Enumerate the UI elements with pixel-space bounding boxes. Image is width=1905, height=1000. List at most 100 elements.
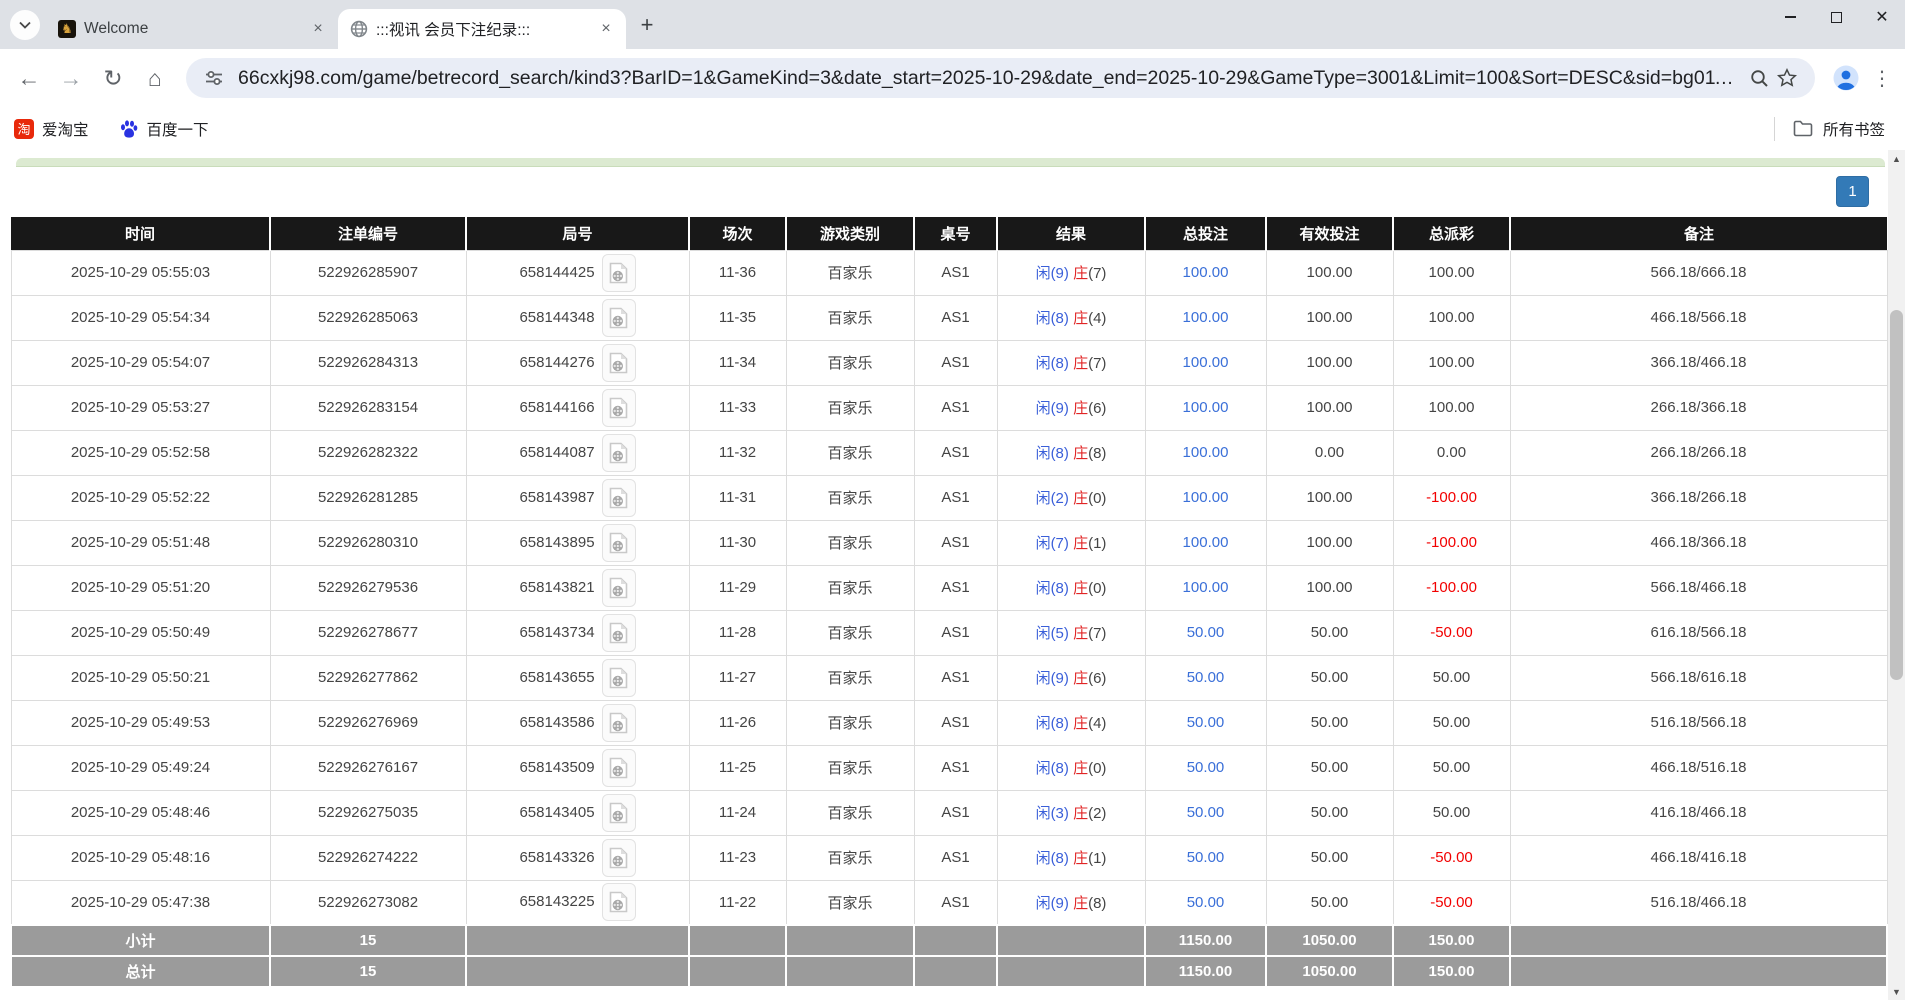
column-header: 游戏类别 (786, 217, 914, 250)
table-header: 时间注单编号局号场次游戏类别桌号结果总投注有效投注总派彩备注 (11, 217, 1887, 250)
cell-round_id: 658144087 (466, 430, 689, 475)
vertical-scrollbar[interactable]: ▲ ▼ (1888, 150, 1905, 1000)
pagination-page-1-button[interactable]: 1 (1836, 176, 1869, 207)
tab-search-button[interactable] (10, 10, 40, 40)
forward-button[interactable]: → (50, 57, 92, 99)
table-row: 2025-10-29 05:52:22522926281285658143987… (11, 475, 1887, 520)
cell-round_id: 658143225 (466, 880, 689, 925)
video-replay-button[interactable] (602, 659, 636, 697)
tab-welcome[interactable]: ♞ Welcome × (46, 9, 338, 49)
scroll-up-arrow[interactable]: ▲ (1888, 150, 1905, 167)
browser-menu-button[interactable]: ⋮ (1867, 66, 1897, 91)
zoom-page-icon[interactable] (1745, 64, 1773, 92)
video-replay-icon (609, 622, 628, 644)
video-replay-icon (609, 262, 628, 284)
table-row: 2025-10-29 05:51:48522926280310658143895… (11, 520, 1887, 565)
video-replay-button[interactable] (602, 704, 636, 742)
cell-valid_bet: 50.00 (1266, 835, 1393, 880)
result-banker-score: (0) (1088, 490, 1106, 507)
result-player: 闲(8) (1036, 760, 1069, 777)
total-bet-link[interactable]: 50.00 (1187, 714, 1225, 731)
video-replay-button[interactable] (602, 614, 636, 652)
all-bookmarks[interactable]: 所有书签 (1774, 117, 1891, 141)
cell-bet_id: 522926276969 (270, 700, 466, 745)
total-bet-link[interactable]: 100.00 (1183, 444, 1229, 461)
cell-session: 11-35 (689, 295, 786, 340)
cell-result: 闲(8) 庄(4) (997, 295, 1145, 340)
total-bet-link[interactable]: 100.00 (1183, 354, 1229, 371)
cell-payout: 100.00 (1393, 340, 1510, 385)
cell-total_bet: 100.00 (1145, 475, 1266, 520)
video-replay-button[interactable] (602, 299, 636, 337)
video-replay-button[interactable] (602, 434, 636, 472)
cell-session: 11-30 (689, 520, 786, 565)
refresh-button[interactable]: ↻ (92, 57, 134, 99)
bookmark-baidu[interactable]: 百度一下 (119, 118, 209, 140)
video-replay-button[interactable] (602, 794, 636, 832)
total-bet-link[interactable]: 50.00 (1187, 759, 1225, 776)
video-replay-button[interactable] (602, 254, 636, 292)
total-bet-link[interactable]: 100.00 (1183, 489, 1229, 506)
home-button[interactable]: ⌂ (134, 57, 176, 99)
url-text[interactable]: 66cxkj98.com/game/betrecord_search/kind3… (238, 67, 1735, 90)
bookmark-aitaobao[interactable]: 淘 爱淘宝 (14, 118, 89, 140)
scroll-down-arrow[interactable]: ▼ (1888, 983, 1905, 1000)
site-settings-icon[interactable] (200, 64, 228, 92)
bookmark-star-icon[interactable] (1773, 64, 1801, 92)
cell-time: 2025-10-29 05:51:48 (11, 520, 270, 565)
cell-time: 2025-10-29 05:52:22 (11, 475, 270, 520)
total-bet-link[interactable]: 100.00 (1183, 534, 1229, 551)
video-replay-button[interactable] (602, 883, 636, 921)
window-close-button[interactable]: ✕ (1859, 0, 1905, 34)
divider (1774, 117, 1775, 141)
video-replay-button[interactable] (602, 839, 636, 877)
video-replay-button[interactable] (602, 569, 636, 607)
summary-row: 小计151150.001050.00150.00 (11, 925, 1887, 956)
bookmarks-bar: 淘 爱淘宝 百度一下 所有书签 (0, 107, 1905, 150)
video-replay-button[interactable] (602, 344, 636, 382)
bet-records-table: 时间注单编号局号场次游戏类别桌号结果总投注有效投注总派彩备注 2025-10-2… (10, 217, 1888, 988)
total-bet-link[interactable]: 50.00 (1187, 624, 1225, 641)
new-tab-button[interactable]: + (632, 10, 662, 40)
back-button[interactable]: ← (8, 57, 50, 99)
video-replay-button[interactable] (602, 749, 636, 787)
video-replay-button[interactable] (602, 479, 636, 517)
video-replay-icon (609, 757, 628, 779)
result-banker-score: (0) (1088, 760, 1106, 777)
video-replay-icon (609, 712, 628, 734)
close-tab-icon[interactable]: × (596, 19, 616, 39)
chevron-down-icon (19, 21, 31, 29)
window-minimize-button[interactable] (1767, 0, 1813, 34)
result-player: 闲(5) (1036, 625, 1069, 642)
address-bar[interactable]: 66cxkj98.com/game/betrecord_search/kind3… (186, 58, 1815, 98)
total-bet-link[interactable]: 100.00 (1183, 579, 1229, 596)
video-replay-button[interactable] (602, 389, 636, 427)
cell-session: 11-31 (689, 475, 786, 520)
video-replay-icon (609, 352, 628, 374)
cell-round_id: 658143405 (466, 790, 689, 835)
table-row: 2025-10-29 05:54:07522926284313658144276… (11, 340, 1887, 385)
column-header: 有效投注 (1266, 217, 1393, 250)
total-bet-link[interactable]: 50.00 (1187, 804, 1225, 821)
total-bet-link[interactable]: 50.00 (1187, 669, 1225, 686)
total-bet-link[interactable]: 50.00 (1187, 849, 1225, 866)
cell-payout: 50.00 (1393, 700, 1510, 745)
cell-remark: 466.18/516.18 (1510, 745, 1887, 790)
scrollbar-thumb[interactable] (1890, 310, 1903, 680)
cell-bet_id: 522926282322 (270, 430, 466, 475)
video-replay-button[interactable] (602, 524, 636, 562)
result-player: 闲(2) (1036, 490, 1069, 507)
profile-avatar[interactable] (1829, 61, 1863, 95)
cell-time: 2025-10-29 05:47:38 (11, 880, 270, 925)
tab-title: Welcome (84, 20, 300, 38)
window-maximize-button[interactable] (1813, 0, 1859, 34)
total-bet-link[interactable]: 100.00 (1183, 309, 1229, 326)
total-bet-link[interactable]: 100.00 (1183, 264, 1229, 281)
tab-bet-records[interactable]: :::视讯 会员下注纪录::: × (338, 9, 626, 49)
summary-cell: 15 (270, 925, 466, 956)
total-bet-link[interactable]: 100.00 (1183, 399, 1229, 416)
cell-session: 11-22 (689, 880, 786, 925)
total-bet-link[interactable]: 50.00 (1187, 894, 1225, 911)
cell-total_bet: 50.00 (1145, 700, 1266, 745)
close-tab-icon[interactable]: × (308, 19, 328, 39)
